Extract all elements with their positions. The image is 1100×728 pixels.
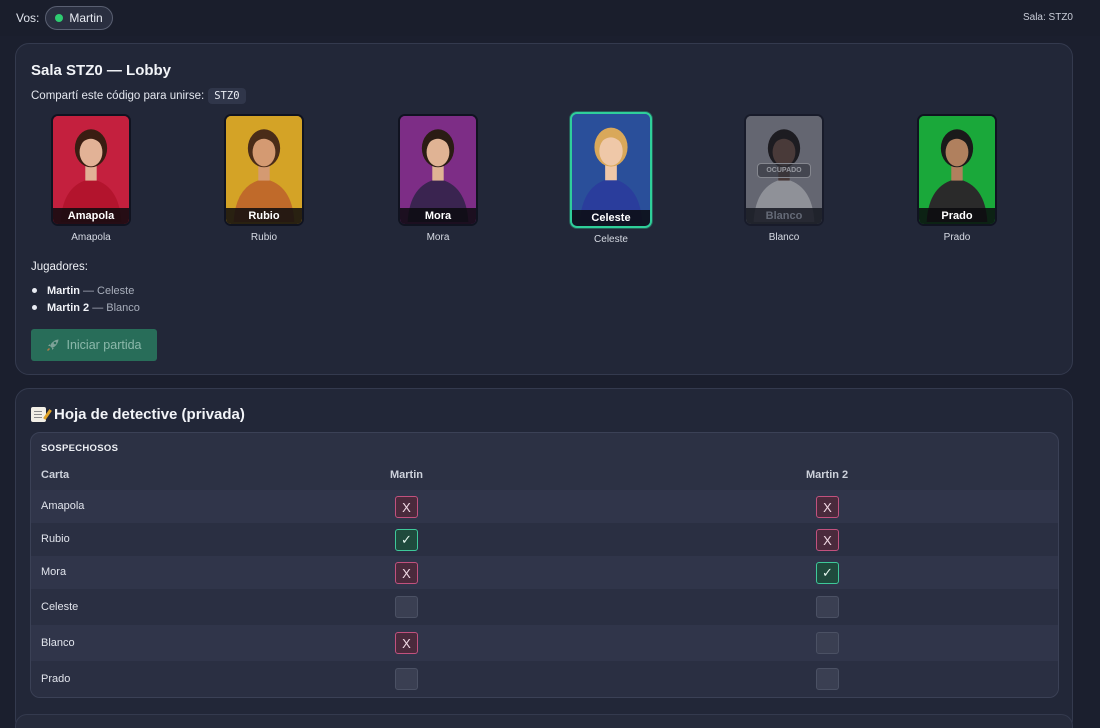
mark-cell-empty[interactable] bbox=[395, 596, 418, 618]
memo-icon bbox=[31, 407, 46, 422]
suspect-row-celeste: Celeste bbox=[31, 589, 1058, 625]
character-caption: Mora bbox=[426, 232, 450, 243]
mark-cell-empty[interactable] bbox=[816, 632, 839, 654]
column-header-player-1: Martin bbox=[390, 469, 423, 481]
character-picker: Amapola Amapola Rubio Rubio Mora Mora Celeste C… bbox=[31, 112, 1061, 249]
player-character: — Blanco bbox=[92, 301, 140, 314]
character-option-rubio[interactable]: Rubio Rubio bbox=[204, 114, 324, 243]
suspects-section-label: SOSPECHOSOS bbox=[41, 443, 119, 454]
suspect-row-mora: Mora X ✓ bbox=[31, 556, 1058, 589]
character-option-blanco: OCUPADO Blanco Blanco bbox=[724, 114, 844, 243]
room-indicator: Sala: STZ0 bbox=[1022, 12, 1073, 23]
rocket-icon bbox=[47, 339, 59, 352]
mark-cell-check[interactable]: ✓ bbox=[816, 562, 839, 584]
character-card[interactable]: Mora bbox=[398, 114, 478, 226]
player-name: Martin 2 bbox=[47, 301, 90, 314]
share-code-row: Compartí este código para unirse: STZ0 bbox=[31, 88, 246, 104]
character-card[interactable]: Prado bbox=[917, 114, 997, 226]
room-code[interactable]: STZ0 bbox=[208, 88, 246, 104]
suspect-name: Prado bbox=[41, 673, 71, 685]
character-option-celeste[interactable]: Celeste Celeste bbox=[551, 112, 671, 245]
player-name: Martin bbox=[47, 284, 80, 297]
detective-sheet-panel: Hoja de detective (privada) SOSPECHOSOS … bbox=[15, 388, 1073, 728]
character-caption: Prado bbox=[943, 232, 971, 243]
character-caption: Blanco bbox=[768, 232, 800, 243]
suspects-table-body: Amapola X X Rubio ✓ X Mora X ✓ Celeste Blanco X Prad… bbox=[31, 490, 1058, 697]
detective-sheet-title: Hoja de detective (privada) bbox=[31, 406, 245, 423]
suspect-row-amapola: Amapola X X bbox=[31, 490, 1058, 523]
character-card[interactable]: Amapola bbox=[51, 114, 131, 226]
player-character: — Celeste bbox=[83, 284, 135, 297]
players-title: Jugadores: bbox=[31, 261, 88, 273]
suspect-row-rubio: Rubio ✓ X bbox=[31, 523, 1058, 556]
player-item: Martin 2— Blanco bbox=[46, 299, 140, 316]
character-card-name: Rubio bbox=[226, 208, 302, 224]
current-user-name: Martin bbox=[69, 11, 103, 25]
suspect-name: Celeste bbox=[41, 601, 79, 613]
suspect-name: Rubio bbox=[41, 533, 70, 545]
column-header-card: Carta bbox=[41, 469, 70, 481]
character-card: OCUPADO Blanco bbox=[744, 114, 824, 226]
mark-cell-x[interactable]: X bbox=[816, 496, 839, 518]
character-option-prado[interactable]: Prado Prado bbox=[897, 114, 1017, 243]
lobby-title: Sala STZ0 — Lobby bbox=[31, 62, 172, 79]
character-card-name: Prado bbox=[919, 208, 995, 224]
portrait-image bbox=[919, 116, 995, 223]
suspect-name: Mora bbox=[41, 566, 67, 578]
next-section-edge bbox=[15, 714, 1073, 728]
character-caption: Celeste bbox=[594, 234, 628, 245]
portrait-image bbox=[400, 116, 476, 223]
suspect-row-blanco: Blanco X bbox=[31, 625, 1058, 661]
taken-badge: OCUPADO bbox=[757, 163, 811, 178]
character-card-name: Celeste bbox=[572, 210, 650, 226]
portrait-image bbox=[226, 116, 302, 223]
character-caption: Amapola bbox=[71, 232, 111, 243]
mark-cell-check[interactable]: ✓ bbox=[395, 529, 418, 551]
current-user-pill[interactable]: Martin bbox=[45, 6, 113, 30]
suspect-name: Amapola bbox=[41, 500, 85, 512]
mark-cell-x[interactable]: X bbox=[395, 562, 418, 584]
mark-cell-empty[interactable] bbox=[816, 668, 839, 690]
mark-cell-x[interactable]: X bbox=[816, 529, 839, 551]
character-card[interactable]: Rubio bbox=[224, 114, 304, 226]
mark-cell-x[interactable]: X bbox=[395, 496, 418, 518]
detective-sheet-title-text: Hoja de detective (privada) bbox=[54, 406, 245, 423]
suspects-table-header: Carta Martin Martin 2 bbox=[31, 463, 1058, 489]
lobby-panel: Sala STZ0 — Lobby Compartí este código p… bbox=[15, 43, 1073, 375]
player-item: Martin — Celeste bbox=[46, 282, 140, 299]
character-option-mora[interactable]: Mora Mora bbox=[378, 114, 498, 243]
character-option-amapola[interactable]: Amapola Amapola bbox=[31, 114, 151, 243]
mark-cell-x[interactable]: X bbox=[395, 632, 418, 654]
online-status-icon bbox=[55, 14, 64, 22]
you-label: Vos: bbox=[16, 11, 40, 25]
character-card-name: Blanco bbox=[746, 208, 822, 224]
column-header-player-2: Martin 2 bbox=[806, 469, 849, 481]
character-card[interactable]: Celeste bbox=[570, 112, 652, 228]
start-game-label: Iniciar partida bbox=[66, 338, 142, 352]
top-bar: Vos: Martin Sala: STZ0 bbox=[0, 0, 1100, 36]
suspects-section: SOSPECHOSOS Carta Martin Martin 2 Amapol… bbox=[30, 432, 1059, 698]
share-code-text: Compartí este código para unirse: bbox=[31, 90, 205, 102]
mark-cell-empty[interactable] bbox=[395, 668, 418, 690]
portrait-image bbox=[572, 114, 650, 224]
character-card-name: Mora bbox=[400, 208, 476, 224]
suspect-row-prado: Prado bbox=[31, 661, 1058, 697]
portrait-image bbox=[53, 116, 129, 223]
start-game-button[interactable]: Iniciar partida bbox=[31, 329, 157, 361]
character-card-name: Amapola bbox=[53, 208, 129, 224]
mark-cell-empty[interactable] bbox=[816, 596, 839, 618]
character-caption: Rubio bbox=[250, 232, 278, 243]
suspect-name: Blanco bbox=[41, 637, 75, 649]
players-list: Martin — Celeste Martin 2— Blanco bbox=[46, 282, 140, 316]
